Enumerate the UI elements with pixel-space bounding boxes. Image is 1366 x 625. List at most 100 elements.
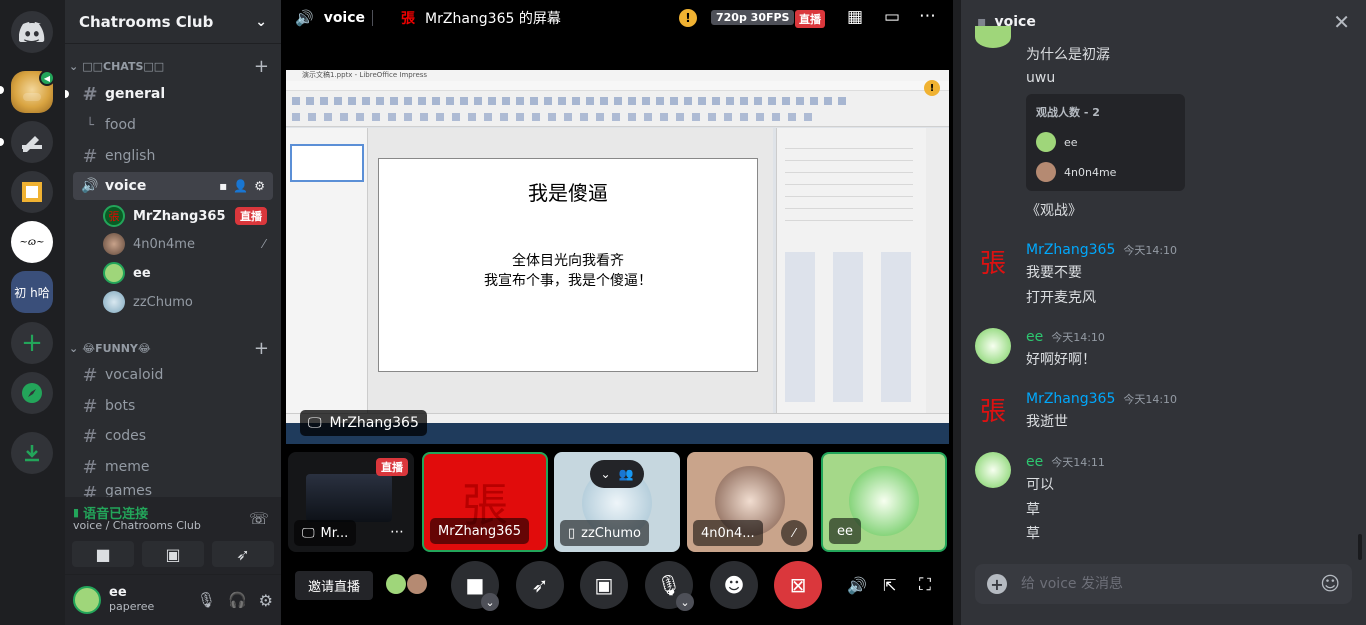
hash-icon: # [82, 425, 98, 447]
watch-stream-button[interactable]: ⌄ 👥 [590, 460, 644, 488]
monitor-icon: 🖵 [308, 415, 322, 431]
channel-general[interactable]: # general [73, 80, 273, 108]
thread-food[interactable]: └ food [73, 111, 273, 139]
voice-status-subtitle[interactable]: voice / Chatrooms Club [73, 519, 201, 532]
gear-icon[interactable]: ⚙ [259, 591, 273, 610]
tile-mrzhang[interactable]: 張 MrZhang365 [422, 452, 548, 552]
emoji-icon: ☻ [723, 573, 745, 597]
screen-share-button[interactable]: ▣ [142, 541, 204, 567]
add-attachment-icon[interactable]: + [987, 574, 1007, 594]
tile-name: Mr... [320, 525, 349, 541]
shared-screen[interactable]: 演示文稿1.pptx - LibreOffice Impress ! 我是傻逼 … [286, 70, 949, 444]
activities-button[interactable]: ➶ [516, 561, 564, 609]
emoji-icon[interactable]: ☺ [1320, 573, 1340, 595]
scrollbar[interactable] [1358, 534, 1362, 560]
stop-stream-button[interactable]: ⊠ [774, 561, 822, 609]
message-input[interactable] [1021, 576, 1301, 592]
avatar[interactable]: 張 [975, 243, 1011, 279]
slide-body-line-2: 我宣布个事，我是个傻逼！ [484, 273, 652, 289]
add-channel-icon[interactable]: + [254, 338, 269, 359]
app-title: 演示文稿1.pptx - LibreOffice Impress [286, 70, 949, 81]
volume-icon[interactable]: 🔊 [847, 576, 867, 595]
live-badge: 直播 [795, 10, 825, 28]
guild-header[interactable]: Chatrooms Club ⌄ [65, 0, 281, 44]
slide[interactable]: 我是傻逼 全体目光向我看齐 我宣布个事，我是个傻逼！ [378, 158, 758, 372]
screen-share-button[interactable]: ▣ [580, 561, 628, 609]
add-channel-icon[interactable]: + [254, 56, 269, 77]
message-author[interactable]: ee [1026, 454, 1043, 470]
mic-icon[interactable]: 🎙 [197, 591, 216, 609]
tile-name-tag: ▯ zzChumo [560, 520, 649, 546]
grid-layout-icon[interactable]: ▦ [847, 7, 863, 27]
more-options-icon[interactable]: ⋯ [919, 6, 936, 26]
gear-icon[interactable]: ⚙ [254, 179, 265, 193]
message-text: 打开麦克风 [1026, 290, 1096, 306]
app-toolbar [286, 91, 949, 127]
headphones-icon[interactable]: 🎧 [228, 591, 247, 609]
avatar[interactable] [975, 328, 1011, 364]
channel-bots[interactable]: # bots [73, 392, 273, 420]
slides-pane [286, 128, 368, 413]
more-options-icon[interactable]: ⋯ [390, 524, 404, 540]
category-chats[interactable]: ⌄ □□CHATS□□ + [69, 56, 269, 77]
chat-bubble-icon[interactable]: ▪ [219, 179, 227, 193]
avatar[interactable] [975, 452, 1011, 488]
channel-label: english [105, 148, 156, 164]
explore-compass-icon[interactable] [11, 372, 53, 414]
channel-games[interactable]: # games [73, 483, 273, 497]
voice-user-ee[interactable]: ee [103, 260, 273, 286]
mic-options-chevron-icon[interactable]: ⌄ [676, 593, 694, 611]
fullscreen-icon[interactable]: ⛶ [919, 575, 931, 595]
box-server-icon[interactable] [11, 171, 53, 213]
avatar[interactable] [975, 26, 1011, 48]
voice-user-mrzhang[interactable]: 張 MrZhang365 直播 [103, 203, 273, 229]
category-label: □□CHATS□□ [82, 60, 165, 73]
camera-button[interactable]: ■ [72, 541, 134, 567]
channel-meme[interactable]: # meme [73, 453, 273, 481]
voice-user-zzchumo[interactable]: zzChumo [103, 289, 273, 315]
invite-stream-button[interactable]: 邀请直播 [295, 571, 373, 600]
invite-user-icon[interactable]: 👤 [233, 179, 248, 193]
monitor-icon: 🖵 [302, 525, 315, 541]
message-text: 好啊好啊！ [1026, 352, 1096, 368]
channel-voice[interactable]: 🔊 voice ▪ 👤 ⚙ [73, 172, 273, 200]
group-server-icon[interactable]: 初 h哈 [11, 271, 53, 313]
close-icon[interactable]: ✕ [1333, 10, 1350, 34]
tile-ee[interactable]: ee [821, 452, 947, 552]
disconnect-phone-icon[interactable]: ☏ [249, 509, 269, 528]
avatar [1036, 132, 1056, 152]
category-funny[interactable]: ⌄ 😂FUNNY😂 + [69, 338, 269, 359]
channel-vocaloid[interactable]: # vocaloid [73, 361, 273, 389]
avatar[interactable]: 張 [975, 391, 1011, 427]
voice-user-4n0n4me[interactable]: 4n0n4me ⁄ [103, 231, 273, 257]
add-server-icon[interactable]: + [11, 322, 53, 364]
pencil-server-icon[interactable] [11, 121, 53, 163]
tile-mrzhang-screen[interactable]: 直播 🖵 Mr... ⋯ [288, 452, 414, 552]
voice-user-name: ee [133, 265, 151, 281]
soundboard-button[interactable]: ☻ [710, 561, 758, 609]
popout-icon[interactable]: ⇱ [883, 576, 896, 595]
voice-connection-panel: ▮ 语音已连接 voice / Chatrooms Club ☏ ■ ▣ ➶ [65, 497, 281, 575]
warning-icon[interactable]: ! [679, 9, 697, 27]
chevron-down-icon: ⌄ [600, 467, 611, 481]
mobile-icon: ▯ [568, 525, 576, 541]
discord-home-icon[interactable] [11, 11, 53, 53]
download-apps-icon[interactable] [11, 432, 53, 474]
camera-options-chevron-icon[interactable]: ⌄ [481, 593, 499, 611]
hash-icon: # [82, 145, 98, 167]
avatar[interactable] [73, 586, 101, 614]
tile-4n0n4me[interactable]: 4n0n4... ⁄ [687, 452, 813, 552]
channel-codes[interactable]: # codes [73, 422, 273, 450]
activities-button[interactable]: ➶ [212, 541, 274, 567]
message-author[interactable]: ee [1026, 329, 1043, 345]
message-author[interactable]: MrZhang365 [1026, 242, 1115, 258]
user-status: paperee [109, 600, 155, 613]
channel-english[interactable]: # english [73, 142, 273, 170]
tile-name-tag: 🖵 Mr... [294, 520, 357, 546]
tile-zzchumo[interactable]: ⌄ 👥 ▯ zzChumo [554, 452, 680, 552]
message-author[interactable]: MrZhang365 [1026, 391, 1115, 407]
message-text: uwu [1026, 70, 1056, 86]
popout-icon[interactable]: ▭ [884, 7, 900, 27]
ink-server-icon[interactable]: ~ɷ~ [11, 221, 53, 263]
hash-icon: # [82, 83, 98, 105]
